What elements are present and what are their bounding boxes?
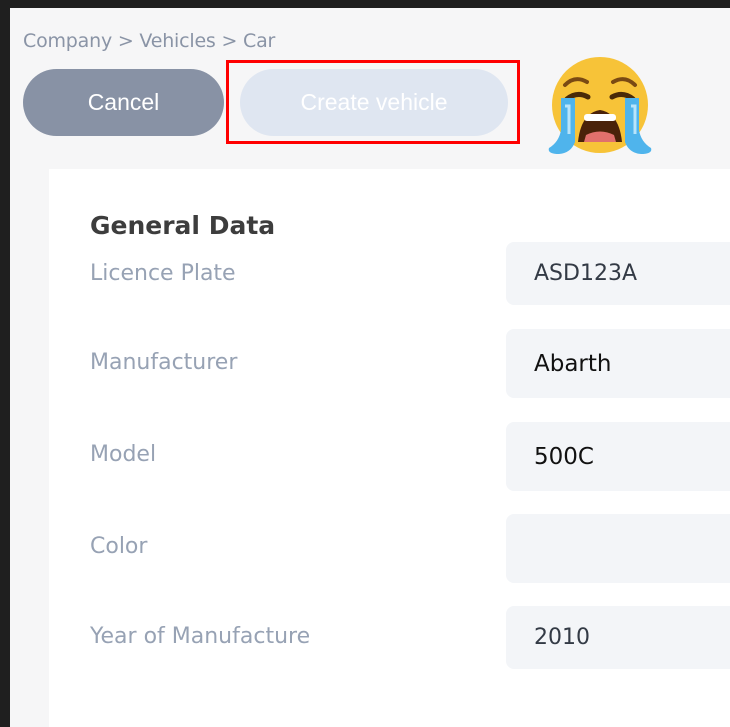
page: Company > Vehicles > Car Cancel Create v… — [10, 8, 730, 727]
licence-plate-field[interactable]: ASD123A — [506, 242, 730, 305]
licence-plate-label: Licence Plate — [90, 261, 236, 286]
general-data-card: General Data Licence Plate ASD123A Manuf… — [49, 169, 730, 727]
model-label: Model — [90, 442, 157, 467]
loudly-crying-face-icon — [548, 57, 652, 154]
annotation-highlight-box — [226, 60, 520, 144]
manufacturer-select[interactable]: Abarth — [506, 329, 730, 398]
breadcrumb[interactable]: Company > Vehicles > Car — [23, 30, 275, 52]
color-field[interactable] — [506, 514, 730, 583]
year-of-manufacture-field[interactable]: 2010 — [506, 606, 730, 669]
model-select[interactable]: 500C — [506, 422, 730, 491]
section-title: General Data — [90, 211, 276, 240]
year-of-manufacture-label: Year of Manufacture — [90, 624, 311, 649]
color-label: Color — [90, 534, 148, 559]
manufacturer-label: Manufacturer — [90, 350, 238, 375]
cancel-button[interactable]: Cancel — [23, 69, 224, 136]
